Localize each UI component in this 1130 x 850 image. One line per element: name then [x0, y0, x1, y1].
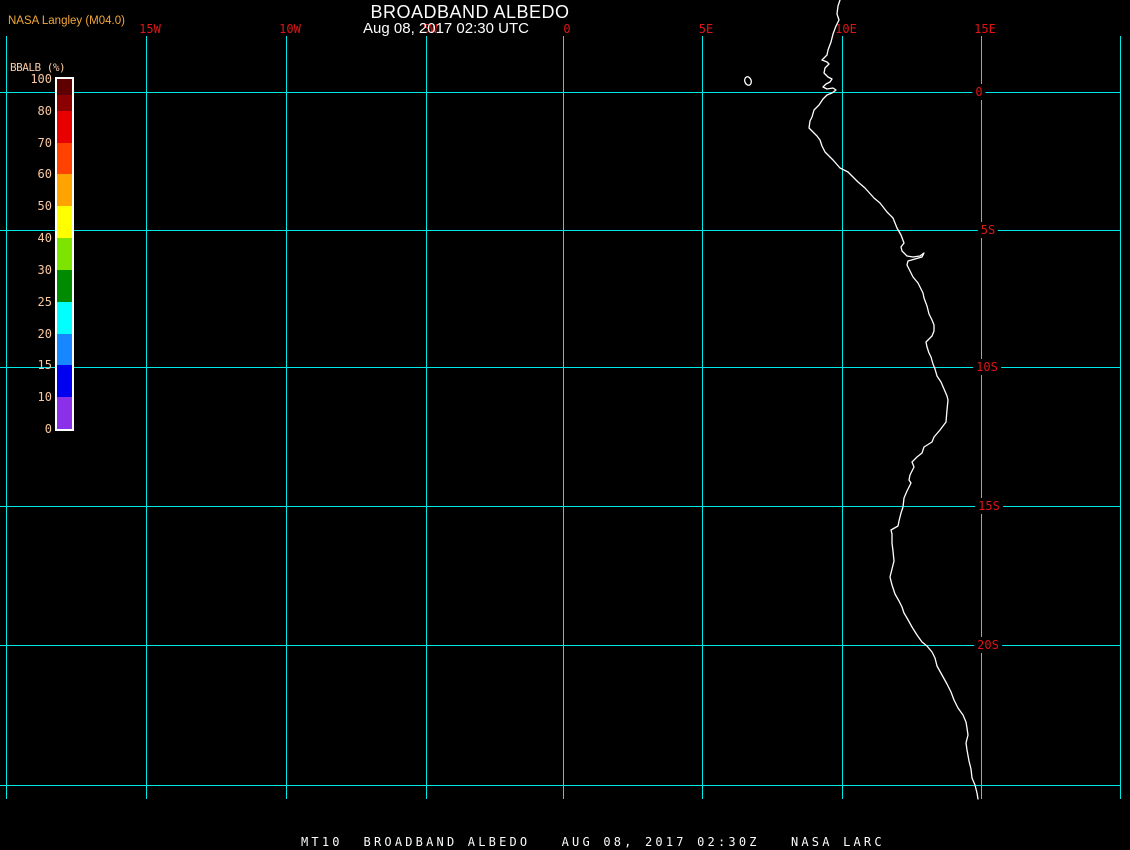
- longitude-label: 5E: [698, 22, 714, 36]
- parallel-line: [0, 367, 1120, 368]
- longitude-label: 10E: [835, 22, 857, 36]
- colorbar-tick-label: 70: [37, 135, 52, 150]
- longitude-label: 15W: [139, 22, 161, 36]
- parallel-line: [0, 506, 1120, 507]
- colorbar-tick-label: 60: [37, 167, 52, 182]
- parallel-line: [0, 92, 1120, 93]
- longitude-label: 10W: [279, 22, 301, 36]
- meridian-line: [286, 36, 287, 799]
- map-canvas: 15W 10W 5W 0 5E 10E 15E BROADBAND ALBEDO Aug 0…: [0, 0, 1130, 850]
- colorbar-tick-label: 80: [37, 103, 52, 118]
- colorbar-segment: [57, 397, 72, 429]
- meridian-line: [426, 36, 427, 799]
- colorbar-segment: [57, 365, 72, 398]
- colorbar-segment: [57, 333, 72, 366]
- parallel-line: [0, 645, 1120, 646]
- meridian-line: [981, 36, 982, 799]
- colorbar-segment: [57, 79, 72, 95]
- island-outline: [744, 76, 752, 86]
- colorbar-tick-label: 25: [37, 294, 52, 309]
- colorbar-tick-label: 10: [37, 390, 52, 405]
- colorbar-segment: [57, 238, 72, 270]
- colorbar-segment: [57, 142, 72, 175]
- colorbar-tick-label: 40: [37, 231, 52, 246]
- parallel-line: [0, 785, 1120, 786]
- latitude-label: 15S: [975, 498, 1003, 514]
- longitude-label: 0: [563, 22, 571, 36]
- colorbar-segment: [57, 269, 72, 302]
- longitude-label: 15E: [974, 22, 996, 36]
- meridian-line: [702, 36, 703, 799]
- colorbar-tick-label: 15: [37, 358, 52, 373]
- meridian-line: [1120, 36, 1121, 799]
- colorbar-segment: [57, 301, 72, 334]
- colorbar: [55, 77, 74, 431]
- colorbar-segment: [57, 94, 72, 111]
- latitude-label: 0: [972, 84, 986, 100]
- latitude-label: 10S: [973, 359, 1001, 375]
- credit-text: NASA Langley (M04.0): [8, 15, 125, 27]
- colorbar-tick-label: 100: [30, 72, 52, 86]
- colorbar-tick-label: 30: [37, 262, 52, 277]
- colorbar-tick-label: 20: [37, 326, 52, 341]
- coastline-layer: [744, 0, 979, 800]
- parallel-line: [0, 230, 1120, 231]
- meridian-line: [563, 36, 564, 799]
- colorbar-segment: [57, 110, 72, 143]
- colorbar-tick-label: 0: [44, 422, 52, 436]
- meridian-line: [842, 36, 843, 799]
- coastline: [808, 0, 979, 800]
- colorbar-segment: [57, 174, 72, 207]
- map-datetime: Aug 08, 2017 02:30 UTC: [363, 20, 529, 37]
- colorbar-segment: [57, 206, 72, 239]
- meridian-line: [146, 36, 147, 799]
- latitude-label: 5S: [977, 222, 999, 238]
- footer-caption: MT10 BROADBAND ALBEDO AUG 08, 2017 02:30…: [301, 835, 885, 849]
- meridian-line: [6, 36, 7, 799]
- colorbar-tick-label: 50: [37, 199, 52, 214]
- latitude-label: 20S: [974, 637, 1002, 653]
